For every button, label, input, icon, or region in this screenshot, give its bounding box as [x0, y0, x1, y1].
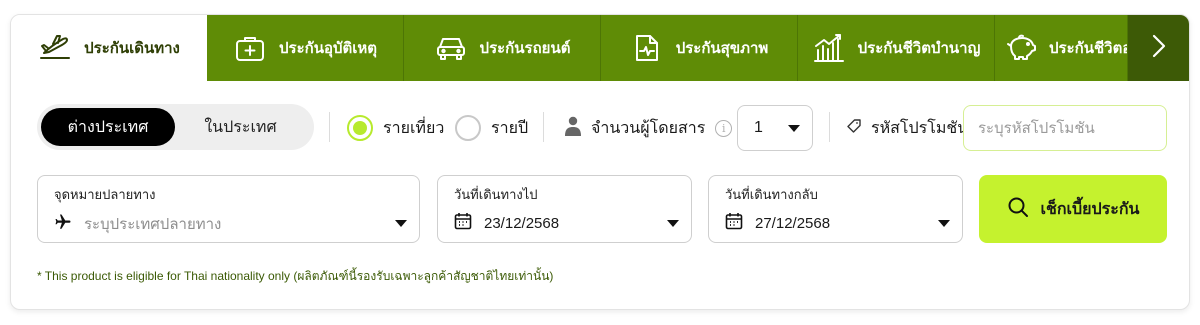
per-trip-label: รายเที่ยว [383, 119, 445, 137]
check-premium-label: เช็กเบี้ยประกัน [1040, 200, 1140, 218]
insurance-tabs: ประกันเดินทาง ประกันอุบัติเหตุ ประกันรถย… [11, 15, 1189, 81]
tab-label: ประกันเดินทาง [84, 40, 180, 57]
return-date-value: 27/12/2568 [755, 214, 831, 232]
airplane-icon [54, 213, 72, 235]
passenger-count-label: จำนวนผู้โดยสาร i [565, 116, 733, 141]
tab-label: ประกันชีวิตบำนาญ [857, 40, 981, 57]
medical-kit-icon [233, 31, 267, 65]
tab-label: ประกันรถยนต์ [479, 40, 571, 57]
destination-placeholder: ระบุประเทศปลายทาง [84, 216, 222, 233]
tab-life-insurance[interactable]: ประกันชีวิตออ [995, 15, 1128, 81]
car-icon [434, 31, 468, 65]
tab-travel-insurance[interactable]: ประกันเดินทาง [11, 15, 207, 81]
caret-down-icon [395, 220, 407, 227]
search-icon [1007, 196, 1029, 223]
return-date-picker[interactable]: วันที่เดินทางกลับ 27/12/2568 [708, 175, 963, 243]
travel-insurance-widget: ประกันเดินทาง ประกันอุบัติเหตุ ประกันรถย… [10, 14, 1190, 310]
person-icon [565, 116, 581, 141]
tab-label: ประกันชีวิตออ [1049, 40, 1127, 57]
tab-label: ประกันอุบัติเหตุ [279, 40, 377, 57]
radio-unselected-indicator [455, 115, 481, 141]
trip-scope-toggle: ต่างประเทศ ในประเทศ [37, 104, 314, 150]
destination-label: จุดหมายปลายทาง [54, 187, 156, 202]
health-document-icon [630, 31, 664, 65]
tabs-next-button[interactable] [1128, 15, 1189, 81]
tab-pension-insurance[interactable]: ประกันชีวิตบำนาญ [798, 15, 995, 81]
passenger-label-text: จำนวนผู้โดยสาร [591, 120, 706, 137]
passenger-count-select[interactable]: 1 [737, 105, 813, 151]
departure-date-label: วันที่เดินทางไป [454, 187, 538, 202]
divider [329, 112, 330, 142]
passenger-count-value: 1 [754, 119, 763, 136]
promo-label-text: รหัสโปรโมชัน [871, 120, 969, 137]
tab-accident-insurance[interactable]: ประกันอุบัติเหตุ [207, 15, 404, 81]
tab-car-insurance[interactable]: ประกันรถยนต์ [404, 15, 601, 81]
growth-chart-icon [812, 31, 846, 65]
check-premium-button[interactable]: เช็กเบี้ยประกัน [979, 175, 1167, 243]
caret-down-icon [938, 220, 950, 227]
promo-code-input[interactable] [963, 105, 1167, 151]
airplane-departure-icon [38, 31, 72, 65]
tab-health-insurance[interactable]: ประกันสุขภาพ [601, 15, 798, 81]
per-trip-radio[interactable]: รายเที่ยว [347, 115, 444, 141]
chevron-right-icon [1152, 34, 1166, 63]
return-date-label: วันที่เดินทางกลับ [725, 187, 818, 202]
domestic-option[interactable]: ในประเทศ [175, 108, 306, 146]
calendar-icon [454, 212, 472, 234]
caret-down-icon [667, 220, 679, 227]
international-option[interactable]: ต่างประเทศ [41, 108, 175, 146]
annual-label: รายปี [491, 119, 529, 137]
tag-icon [847, 119, 861, 138]
destination-select[interactable]: จุดหมายปลายทาง ระบุประเทศปลายทาง [37, 175, 420, 243]
tab-label: ประกันสุขภาพ [675, 40, 769, 57]
divider [829, 112, 830, 142]
annual-radio[interactable]: รายปี [455, 115, 528, 141]
nationality-note: * This product is eligible for Thai nati… [37, 269, 554, 283]
promo-code-label: รหัสโปรโมชัน [847, 116, 968, 141]
departure-date-value: 23/12/2568 [484, 214, 560, 232]
divider [543, 112, 544, 142]
calendar-icon [725, 212, 743, 234]
departure-date-picker[interactable]: วันที่เดินทางไป 23/12/2568 [437, 175, 692, 243]
piggy-bank-icon [1005, 31, 1037, 65]
info-icon[interactable]: i [715, 120, 733, 137]
caret-down-icon [788, 124, 800, 132]
radio-selected-indicator [347, 115, 373, 141]
